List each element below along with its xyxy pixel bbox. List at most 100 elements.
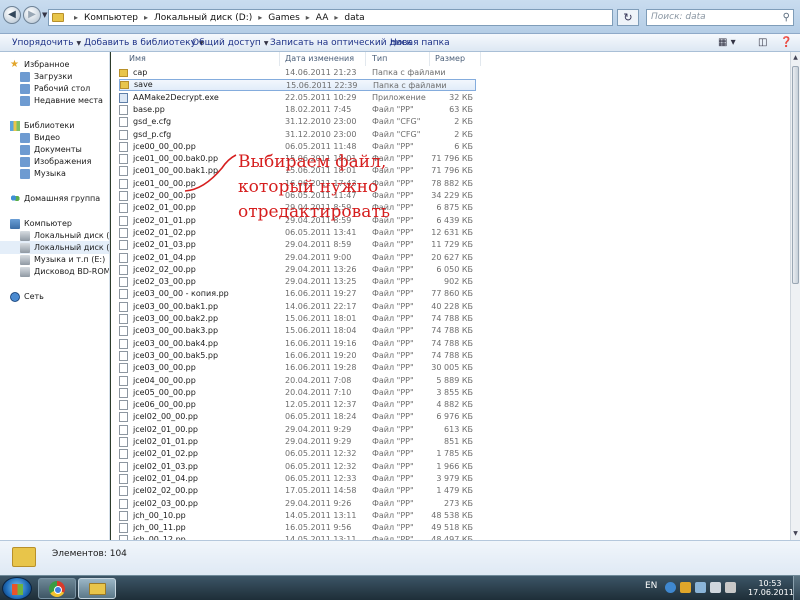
nav-network[interactable]: Сеть xyxy=(0,290,109,303)
file-row[interactable]: jce02_01_04.pp 29.04.2011 9:00 Файл "PP" 20… xyxy=(119,252,479,264)
file-row[interactable]: jcel02_00_00.pp 06.05.2011 18:24 Файл "PP"… xyxy=(119,411,479,423)
help-button[interactable]: ❓ xyxy=(780,36,792,50)
language-indicator[interactable]: EN xyxy=(645,581,657,591)
file-row[interactable]: jce02_03_00.pp 29.04.2011 13:25 Файл "PP" 9… xyxy=(119,276,479,288)
file-icon xyxy=(119,461,128,472)
refresh-button[interactable]: ↻ xyxy=(617,9,639,26)
column-divider[interactable] xyxy=(279,52,280,66)
breadcrumb-separator-icon[interactable]: ▸ xyxy=(258,13,262,22)
new-folder-button[interactable]: Новая папка xyxy=(390,38,450,48)
column-header-name[interactable]: Имя xyxy=(129,54,146,63)
file-date: 29.04.2011 9:26 xyxy=(285,498,352,508)
file-date: 14.05.2011 13:11 xyxy=(285,510,357,520)
file-row[interactable]: jce06_00_00.pp 12.05.2011 12:37 Файл "PP" 4… xyxy=(119,399,479,411)
scroll-down-arrow[interactable]: ▼ xyxy=(791,528,800,540)
file-row[interactable]: jcel02_03_00.pp 29.04.2011 9:26 Файл "PP" 2… xyxy=(119,498,479,510)
vertical-scrollbar[interactable]: ▲ ▼ xyxy=(790,52,800,540)
start-button[interactable] xyxy=(2,577,32,600)
file-row[interactable]: jch_00_11.pp 16.05.2011 9:56 Файл "PP" 49 5… xyxy=(119,522,479,534)
network-tray-icon[interactable] xyxy=(710,582,721,593)
breadcrumb-item[interactable]: ▸ AA xyxy=(300,13,329,23)
file-row[interactable]: jce03_00_00.bak5.pp 16.06.2011 19:20 Файл … xyxy=(119,350,479,362)
file-icon xyxy=(119,510,128,521)
nav-dvd[interactable]: Дисковод BD-ROM (H: xyxy=(0,265,109,278)
file-row[interactable]: AAMake2Decrypt.exe 22.05.2011 10:29 Прилож… xyxy=(119,92,479,104)
file-row[interactable]: save 15.06.2011 22:39 Папка с файлами xyxy=(119,79,476,92)
nav-homegroup[interactable]: Домашняя группа xyxy=(0,192,109,205)
file-row[interactable]: jce05_00_00.pp 20.04.2011 7:10 Файл "PP" 3 … xyxy=(119,387,479,399)
breadcrumb-separator-icon[interactable]: ▸ xyxy=(306,13,310,22)
preview-pane-button[interactable]: ◫ xyxy=(758,36,767,50)
clock[interactable]: 10:53 17.06.2011 xyxy=(748,579,794,597)
breadcrumb[interactable]: ▸ Компьютер ▸ Локальный диск (D:) ▸ Games ▸ AA ▸… xyxy=(48,9,613,26)
breadcrumb-item[interactable]: ▸ Games xyxy=(252,13,300,23)
file-row[interactable]: jce02_01_03.pp 29.04.2011 8:59 Файл "PP" 11… xyxy=(119,239,479,251)
file-name: gsd_e.cfg xyxy=(133,117,172,127)
file-row[interactable]: jce03_00_00.bak2.pp 15.06.2011 18:01 Файл … xyxy=(119,313,479,325)
file-row[interactable]: jcel02_01_03.pp 06.05.2011 12:32 Файл "PP"… xyxy=(119,461,479,473)
scroll-up-arrow[interactable]: ▲ xyxy=(791,52,800,64)
help-icon: ❓ xyxy=(780,37,793,48)
file-row[interactable]: jcel02_01_00.pp 29.04.2011 9:29 Файл "PP" 6… xyxy=(119,424,479,436)
search-input[interactable]: Поиск: data ⚲ xyxy=(646,9,794,26)
organize-button[interactable]: Упорядочить ▼ xyxy=(12,38,81,48)
recent-pages-dropdown[interactable]: ▼ xyxy=(42,11,47,19)
help-tray-icon[interactable] xyxy=(665,582,676,593)
file-row[interactable]: jce03_00_00 - копия.pp 16.06.2011 19:27 Фа… xyxy=(119,288,479,300)
file-date: 12.05.2011 12:37 xyxy=(285,400,357,410)
file-row[interactable]: jch_00_10.pp 14.05.2011 13:11 Файл "PP" 48 … xyxy=(119,510,479,522)
file-row[interactable]: jce03_00_00.bak3.pp 15.06.2011 18:04 Файл … xyxy=(119,325,479,337)
file-size: 32 КБ xyxy=(449,92,473,102)
column-header-type[interactable]: Тип xyxy=(372,54,387,63)
file-row[interactable]: gsd_e.cfg 31.12.2010 23:00 Файл "CFG" 2 КБ xyxy=(119,116,479,128)
file-row[interactable]: jce03_00_00.pp 16.06.2011 19:28 Файл "PP" 3… xyxy=(119,362,479,374)
column-divider[interactable] xyxy=(365,52,366,66)
back-button[interactable]: ◀ xyxy=(3,6,21,24)
share-button[interactable]: Общий доступ ▼ xyxy=(192,38,268,48)
breadcrumb-separator-icon[interactable]: ▸ xyxy=(334,13,338,22)
search-placeholder: Поиск: data xyxy=(651,12,706,22)
file-row[interactable]: jce04_00_00.pp 20.04.2011 7:08 Файл "PP" 5 … xyxy=(119,375,479,387)
file-icon xyxy=(119,301,128,312)
file-date: 29.04.2011 9:29 xyxy=(285,437,352,446)
file-row[interactable]: jce03_00_00.bak4.pp 16.06.2011 19:16 Файл … xyxy=(119,338,479,350)
breadcrumb-item[interactable]: ▸ Компьютер xyxy=(68,13,138,23)
file-date: 16.06.2011 19:20 xyxy=(285,350,357,360)
nav-music[interactable]: Музыка xyxy=(0,167,109,180)
file-type: Файл "PP" xyxy=(372,252,414,262)
file-row[interactable]: cap 14.06.2011 21:23 Папка с файлами xyxy=(119,67,479,79)
file-row[interactable]: base.pp 18.02.2011 7:45 Файл "PP" 63 КБ xyxy=(119,104,479,116)
add-to-library-button[interactable]: Добавить в библиотеку ▼ xyxy=(84,38,204,48)
show-desktop-button[interactable] xyxy=(793,576,800,600)
breadcrumb-separator-icon[interactable]: ▸ xyxy=(74,13,78,22)
tray-app-icon[interactable] xyxy=(680,582,691,593)
volume-icon[interactable] xyxy=(725,582,736,593)
column-header-size[interactable]: Размер xyxy=(435,54,465,63)
breadcrumb-item[interactable]: ▸ Локальный диск (D:) xyxy=(138,13,252,23)
file-row[interactable]: jcel02_01_04.pp 06.05.2011 12:33 Файл "PP"… xyxy=(119,473,479,485)
file-name: jce02_01_01.pp xyxy=(133,215,196,225)
breadcrumb-separator-icon[interactable]: ▸ xyxy=(144,13,148,22)
file-row[interactable]: jcel02_01_01.pp 29.04.2011 9:29 Файл "PP" 8… xyxy=(119,436,479,448)
file-type: Папка с файлами xyxy=(372,68,446,77)
file-row[interactable]: jce02_01_02.pp 06.05.2011 13:41 Файл "PP" 1… xyxy=(119,227,479,239)
forward-button[interactable]: ▶ xyxy=(23,6,41,24)
action-center-icon[interactable] xyxy=(695,582,706,593)
nav-recent[interactable]: Недавние места xyxy=(0,94,109,107)
column-header-date[interactable]: Дата изменения xyxy=(285,54,354,63)
scroll-thumb[interactable] xyxy=(792,66,799,284)
taskbar-chrome-button[interactable] xyxy=(38,578,76,599)
file-row[interactable]: jcel02_01_02.pp 06.05.2011 12:32 Файл "PP"… xyxy=(119,448,479,460)
new-folder-label: Новая папка xyxy=(390,38,450,48)
file-row[interactable]: jce03_00_00.bak1.pp 14.06.2011 22:17 Файл … xyxy=(119,301,479,313)
file-row[interactable]: jcel02_02_00.pp 17.05.2011 14:58 Файл "PP"… xyxy=(119,485,479,497)
breadcrumb-item[interactable]: ▸ data xyxy=(328,13,364,23)
taskbar-explorer-button[interactable] xyxy=(78,578,116,599)
file-type: Файл "PP" xyxy=(372,227,414,237)
file-row[interactable]: jce02_02_00.pp 29.04.2011 13:26 Файл "PP" 6… xyxy=(119,264,479,276)
column-divider[interactable] xyxy=(480,52,481,66)
file-row[interactable]: gsd_p.cfg 31.12.2010 23:00 Файл "CFG" 2 КБ xyxy=(119,129,479,141)
view-options-button[interactable]: ▦ ▾ xyxy=(718,36,736,50)
column-divider[interactable] xyxy=(429,52,430,66)
file-name: jcel02_01_02.pp xyxy=(133,449,199,459)
